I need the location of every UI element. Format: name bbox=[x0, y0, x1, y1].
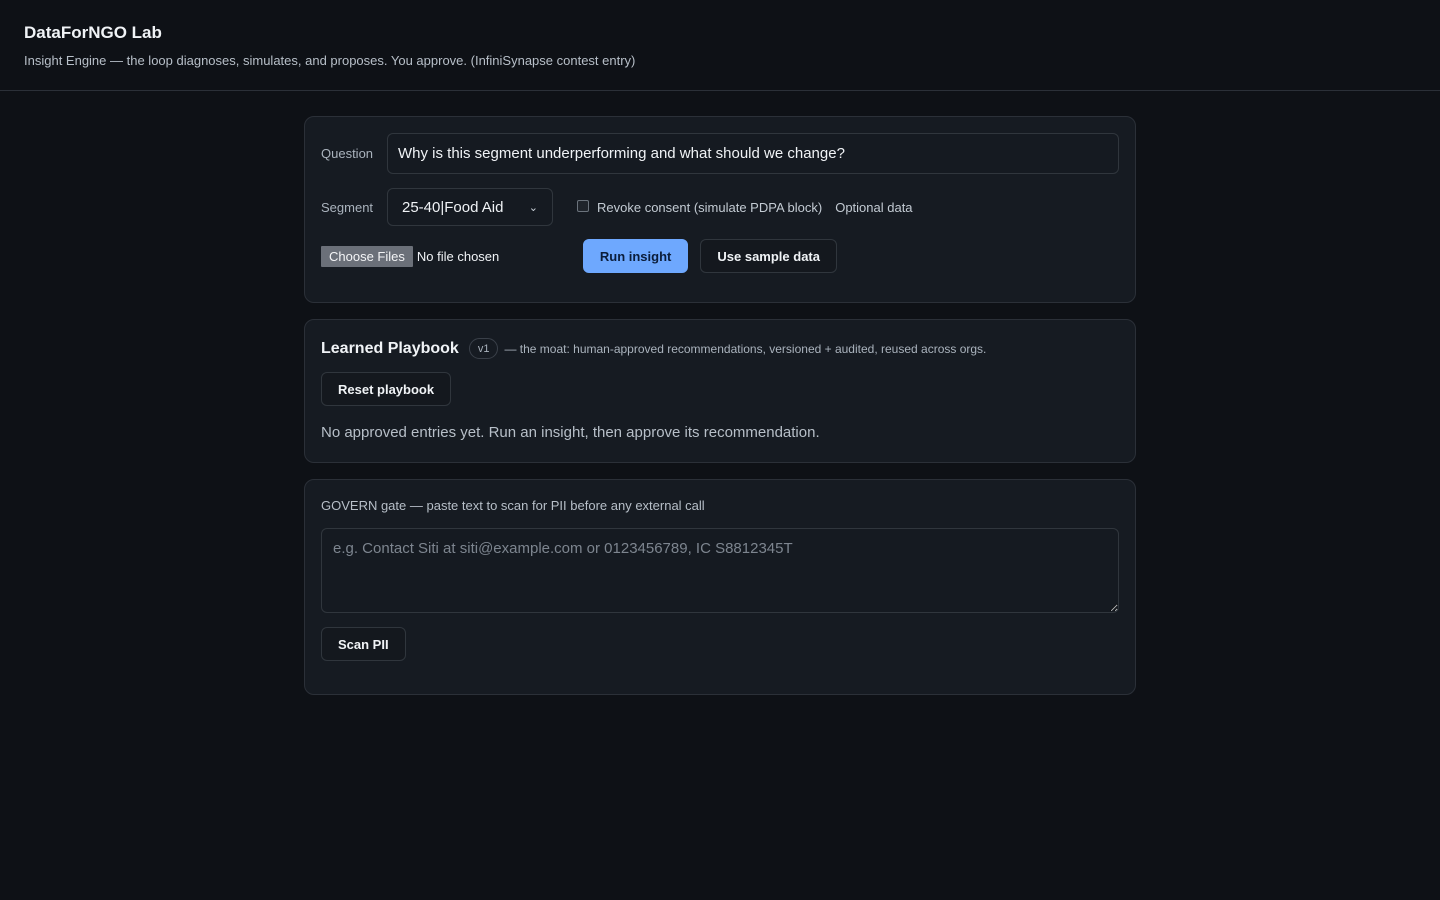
reset-playbook-button[interactable]: Reset playbook bbox=[321, 372, 452, 406]
segment-label: Segment bbox=[321, 199, 374, 215]
segment-select[interactable]: 25-40|Food Aid ⌄ bbox=[387, 188, 553, 226]
pii-scan-textarea[interactable] bbox=[321, 528, 1119, 613]
govern-label: GOVERN gate — paste text to scan for PII… bbox=[321, 498, 705, 513]
playbook-version-badge: v1 bbox=[468, 338, 499, 359]
run-insight-button[interactable]: Run insight bbox=[582, 239, 689, 273]
segment-row: Segment 25-40|Food Aid ⌄ Revoke consent … bbox=[321, 188, 1119, 226]
question-row: Question bbox=[321, 133, 1119, 174]
consent-label: Revoke consent (simulate PDPA block) bbox=[597, 199, 823, 215]
playbook-header: Learned Playbook v1 — the moat: human-ap… bbox=[321, 338, 1119, 359]
app-header: DataForNGO Lab Insight Engine — the loop… bbox=[0, 0, 1440, 91]
playbook-title: Learned Playbook bbox=[321, 339, 459, 357]
chevron-down-icon: ⌄ bbox=[528, 201, 538, 214]
playbook-description: — the moat: human-approved recommendatio… bbox=[504, 341, 987, 356]
question-input[interactable] bbox=[387, 133, 1119, 174]
playbook-card: Learned Playbook v1 — the moat: human-ap… bbox=[304, 319, 1136, 463]
use-sample-data-button[interactable]: Use sample data bbox=[700, 239, 837, 273]
consent-checkbox[interactable] bbox=[577, 200, 589, 212]
app-subtitle: Insight Engine — the loop diagnoses, sim… bbox=[24, 53, 636, 68]
scan-pii-button[interactable]: Scan PII bbox=[321, 627, 406, 661]
main-content: Question Segment 25-40|Food Aid ⌄ Revoke… bbox=[304, 116, 1136, 711]
file-status: No file chosen bbox=[416, 248, 500, 264]
question-label: Question bbox=[321, 146, 374, 161]
optional-data-label: Optional data bbox=[835, 199, 913, 215]
playbook-empty-message: No approved entries yet. Run an insight,… bbox=[321, 424, 820, 441]
actions-row: Choose Files No file chosen Run insight … bbox=[321, 239, 1119, 273]
app-title: DataForNGO Lab bbox=[24, 23, 162, 42]
consent-toggle[interactable]: Revoke consent (simulate PDPA block) bbox=[577, 200, 822, 215]
segment-selected-value: 25-40|Food Aid bbox=[402, 198, 504, 216]
govern-card: GOVERN gate — paste text to scan for PII… bbox=[304, 479, 1136, 695]
choose-files-button[interactable]: Choose Files bbox=[321, 245, 413, 267]
query-card: Question Segment 25-40|Food Aid ⌄ Revoke… bbox=[304, 116, 1136, 303]
